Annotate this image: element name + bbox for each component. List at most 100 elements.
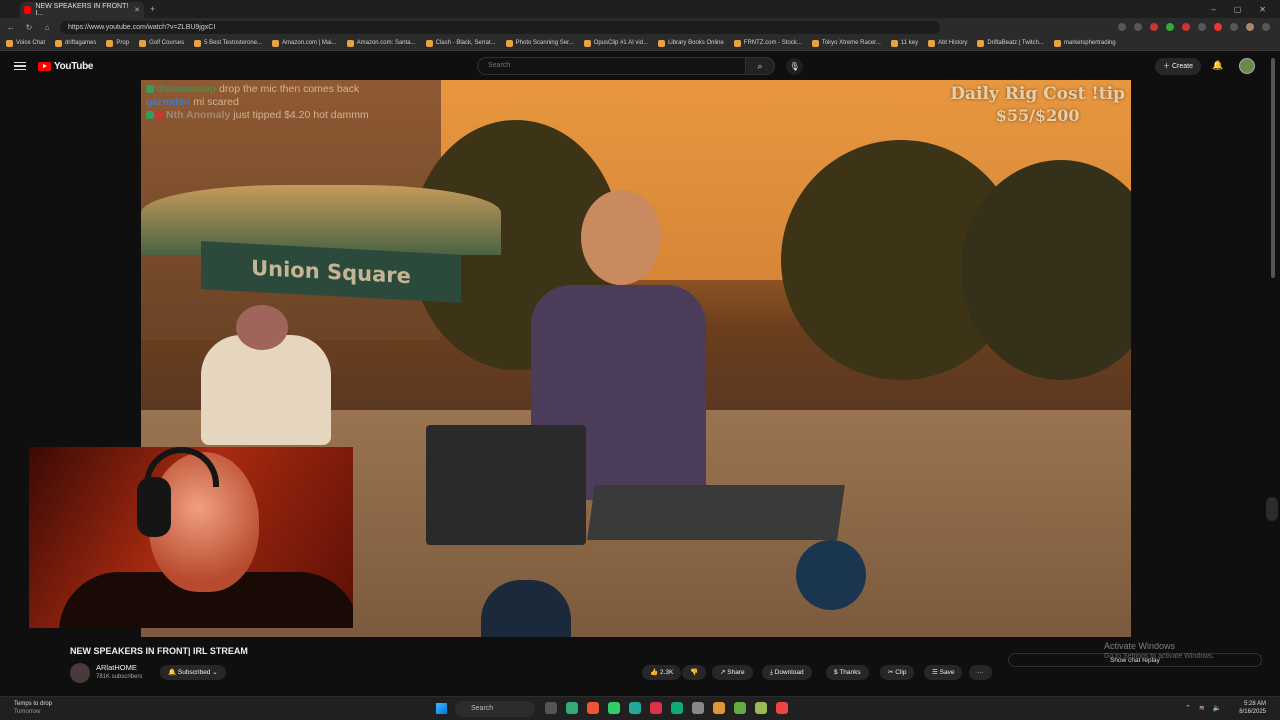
windows-start-icon[interactable] [436, 703, 447, 714]
bookmark-item[interactable]: 5 Best Testosterone... [194, 39, 262, 47]
weather-widget[interactable]: Temps to drop Tomorrow [14, 700, 52, 716]
bookmark-item[interactable]: DriftaBeatz | Twitch... [977, 39, 1044, 47]
wifi-icon[interactable]: ≋ [1199, 704, 1205, 712]
app-icon[interactable] [671, 702, 683, 714]
app-icon[interactable] [692, 702, 704, 714]
extension-icon[interactable] [1150, 23, 1158, 31]
bookmark-item[interactable]: Clash - Black, Serrat... [425, 39, 496, 47]
side-panel-icon[interactable] [1266, 497, 1278, 521]
bookmark-item[interactable]: marketsphertrading [1053, 39, 1116, 47]
avatar[interactable] [1239, 58, 1255, 74]
clip-button[interactable]: ✂ Clip [880, 665, 915, 680]
page-scrollbar[interactable] [1270, 52, 1276, 692]
chat-badge-icon [146, 111, 154, 120]
back-icon[interactable]: ← [6, 23, 16, 32]
app-icon[interactable] [629, 702, 641, 714]
bookmark-item[interactable]: Library Books Online [658, 39, 724, 47]
notifications-bell-icon[interactable]: 🔔 [1212, 60, 1223, 71]
tab-active[interactable]: NEW SPEAKERS IN FRONT! I... ✕ [20, 2, 144, 18]
bookmark-item[interactable]: 11 key [890, 39, 918, 47]
app-icon[interactable] [650, 702, 662, 714]
extension-icon[interactable] [1230, 23, 1238, 31]
minimize-button[interactable]: – [1211, 5, 1215, 14]
chat-message: Nth Anomaly just tipped $4.20 hot dammm [146, 109, 416, 122]
bookmark-item[interactable]: Amazon.com | Mai... [272, 39, 337, 47]
more-actions-button[interactable]: ··· [969, 665, 992, 680]
youtube-logo[interactable]: YouTube [38, 61, 94, 72]
app-icon[interactable] [734, 702, 746, 714]
like-button[interactable]: 👍 2.3K [642, 665, 682, 680]
bookmarks-bar: Voice Chat driftagames Prop Golf Courses… [0, 36, 1280, 51]
app-icon[interactable] [587, 702, 599, 714]
tray-chevron-icon[interactable]: ⌃ [1185, 704, 1191, 712]
extension-icon[interactable] [1118, 23, 1126, 31]
home-icon[interactable]: ⌂ [42, 23, 52, 32]
browser-tab-strip: NEW SPEAKERS IN FRONT! I... ✕ + – ▢ ✕ [0, 0, 1280, 18]
close-button[interactable]: ✕ [1259, 5, 1266, 14]
bookmark-item[interactable]: Abt History [928, 39, 967, 47]
subscriber-count: 781K subscribers [96, 674, 143, 680]
thanks-button[interactable]: $ Thanks [826, 665, 869, 680]
activate-windows-watermark: Activate Windows [1104, 641, 1176, 651]
bookmark-item[interactable]: OpusClip #1 AI vid... [583, 39, 648, 47]
youtube-favicon-icon [24, 6, 32, 14]
bookmark-item[interactable]: Amazon.com: Santa... [346, 39, 416, 47]
volume-icon[interactable]: 🔈 [1213, 704, 1222, 712]
hamburger-menu-icon[interactable] [14, 61, 26, 71]
folder-icon[interactable] [713, 702, 725, 714]
extension-icon[interactable] [1134, 23, 1142, 31]
windows-taskbar: Temps to drop Tomorrow Search ⌃ ≋ 🔈 5:28… [0, 696, 1280, 720]
subscribed-button[interactable]: 🔔 Subscribed ⌄ [160, 665, 226, 680]
menu-icon[interactable] [1262, 23, 1270, 31]
tip-goal-amount: $55/$200 [995, 106, 1080, 125]
download-button[interactable]: ⤓ Download [762, 665, 812, 680]
tip-goal-overlay: Daily Rig Cost !tip $55/$200 [950, 84, 1125, 125]
extension-icon[interactable] [1166, 23, 1174, 31]
tab-close-icon[interactable]: ✕ [134, 6, 140, 14]
save-button[interactable]: ☰ Save [924, 665, 963, 680]
youtube-header: YouTube Search ⌕ 🎙 ＋ Create 🔔 [0, 52, 1280, 80]
channel-name[interactable]: ARlatHOME [96, 663, 137, 672]
chat-badge-icon [146, 85, 154, 94]
share-button[interactable]: ↗ Share [712, 665, 753, 680]
url-field[interactable]: https://www.youtube.com/watch?v=ZLBU9jgx… [60, 20, 940, 34]
video-rig-screen [426, 425, 586, 545]
extension-icon[interactable] [1182, 23, 1190, 31]
clock[interactable]: 5:28 AM 8/16/2025 [1239, 700, 1266, 716]
channel-avatar[interactable] [70, 663, 90, 683]
video-kiosk-roof [141, 185, 501, 255]
profile-icon[interactable] [1246, 23, 1254, 31]
bookmark-item[interactable]: Prop [106, 39, 129, 47]
dislike-button[interactable]: 👎 [682, 665, 707, 680]
extension-icon[interactable] [1198, 23, 1206, 31]
create-button[interactable]: ＋ Create [1155, 58, 1201, 75]
new-tab-icon[interactable]: + [150, 4, 155, 14]
chat-message: garmden mi scared [146, 96, 239, 108]
extension-icon[interactable] [1214, 23, 1222, 31]
refresh-icon[interactable]: ↻ [24, 23, 34, 32]
app-icon[interactable] [608, 702, 620, 714]
bookmark-item[interactable]: Voice Chat [6, 39, 45, 47]
chat-overlay: datswassup drop the mic then comes back … [146, 83, 416, 122]
video-title: NEW SPEAKERS IN FRONT| IRL STREAM [70, 646, 248, 656]
search-input[interactable]: Search [477, 57, 775, 75]
search-icon[interactable]: ⌕ [745, 57, 775, 75]
chat-message: datswassup drop the mic then comes back [146, 83, 416, 96]
window-controls: – ▢ ✕ [1211, 5, 1280, 14]
headphone-cup [137, 477, 171, 537]
bookmark-item[interactable]: FRNTZ.com - Stock... [733, 39, 802, 47]
app-icon[interactable] [566, 702, 578, 714]
chrome-icon[interactable] [776, 702, 788, 714]
task-view-icon[interactable] [545, 702, 557, 714]
app-icon[interactable] [755, 702, 767, 714]
bookmark-item[interactable]: Golf Courses [139, 39, 184, 47]
bookmark-item[interactable]: Photo Scanning Ser... [505, 39, 574, 47]
taskbar-apps [545, 702, 788, 714]
microphone-icon[interactable]: 🎙 [786, 58, 803, 75]
bookmark-item[interactable]: Tokyo Xtreme Racer... [811, 39, 881, 47]
video-info-bar: NEW SPEAKERS IN FRONT| IRL STREAM ARlatH… [0, 637, 1280, 694]
bookmark-item[interactable]: driftagames [55, 39, 96, 47]
maximize-button[interactable]: ▢ [1234, 5, 1242, 14]
taskbar-search[interactable]: Search [455, 701, 535, 717]
activate-windows-hint: Go to Settings to activate Windows. [1104, 653, 1215, 660]
